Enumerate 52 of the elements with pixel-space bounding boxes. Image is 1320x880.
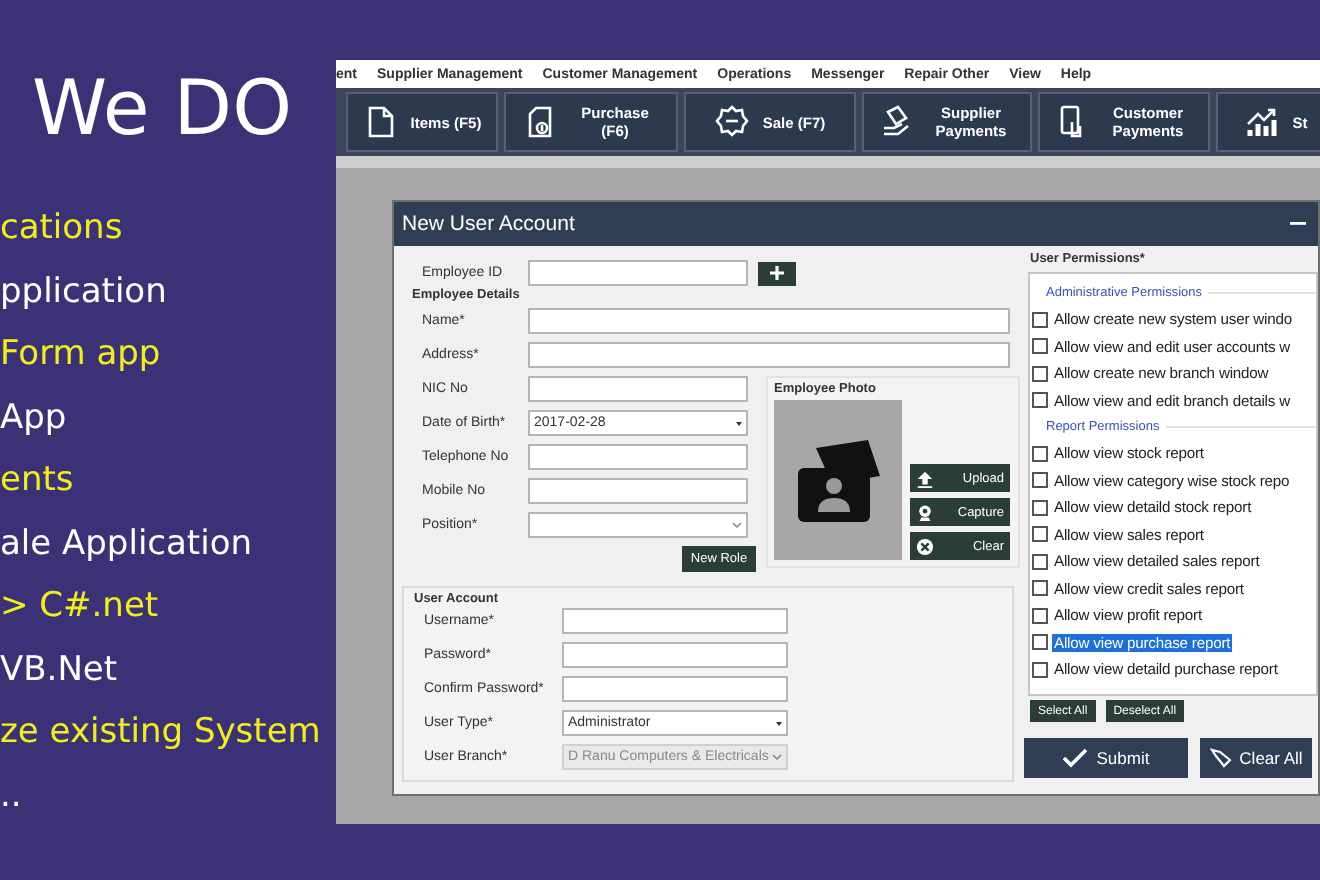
checkbox[interactable] (1032, 499, 1048, 516)
promo-line: Form app (0, 332, 163, 378)
checkbox[interactable] (1032, 392, 1048, 409)
action-button[interactable]: Submit (1024, 738, 1188, 778)
promo-line: ze existing System (0, 710, 323, 756)
text-field[interactable] (528, 260, 748, 286)
checkbox[interactable] (1032, 553, 1048, 570)
promo-line: VB.Net (0, 647, 120, 693)
id-card-icon (792, 436, 884, 524)
action-button[interactable]: Clear All (1200, 738, 1312, 778)
checkmark-icon (1062, 748, 1089, 768)
text-field[interactable] (528, 308, 1010, 334)
bar-chart-icon (1244, 104, 1281, 140)
sale-badge-icon (714, 104, 751, 140)
text-field[interactable] (528, 342, 1010, 368)
checkbox[interactable] (1032, 661, 1048, 678)
text-field[interactable] (528, 444, 748, 470)
text-field[interactable] (562, 608, 788, 634)
checkbox[interactable] (1032, 607, 1048, 624)
add-button[interactable] (758, 261, 796, 285)
promo-line: ents (0, 458, 76, 504)
chevron-icon (732, 522, 742, 528)
checkbox[interactable] (1032, 445, 1048, 462)
checkbox[interactable] (1032, 338, 1048, 355)
promo-line: .. (0, 773, 24, 819)
promo-line: pplication (0, 269, 169, 315)
promo-line: App (0, 395, 69, 441)
webcam-icon (916, 503, 934, 521)
checkbox[interactable] (1032, 311, 1048, 328)
text-field[interactable] (528, 376, 748, 402)
dialog-title: New User Account (402, 212, 575, 236)
combo-field[interactable] (528, 512, 748, 538)
checkbox[interactable] (1032, 634, 1048, 651)
caret-icon (736, 421, 742, 425)
checkbox[interactable] (1032, 365, 1048, 382)
clear-icon (916, 537, 934, 555)
promo-line: > C#.net (0, 584, 161, 630)
eraser-icon (1209, 747, 1232, 769)
caret-icon (776, 721, 782, 725)
checkbox[interactable] (1032, 472, 1048, 489)
promo-line: cations (0, 206, 125, 252)
upload-icon (916, 469, 934, 487)
plus-icon (770, 266, 784, 280)
minimize-icon[interactable] (1290, 222, 1306, 226)
text-field[interactable] (562, 676, 788, 702)
promo-heading: We DO (30, 64, 294, 152)
checkbox[interactable] (1032, 526, 1048, 543)
promo-line: ale Application (0, 521, 254, 567)
checkbox[interactable] (1032, 580, 1048, 597)
text-field[interactable] (562, 642, 788, 668)
chevron-icon (772, 754, 782, 760)
text-field[interactable] (528, 478, 748, 504)
